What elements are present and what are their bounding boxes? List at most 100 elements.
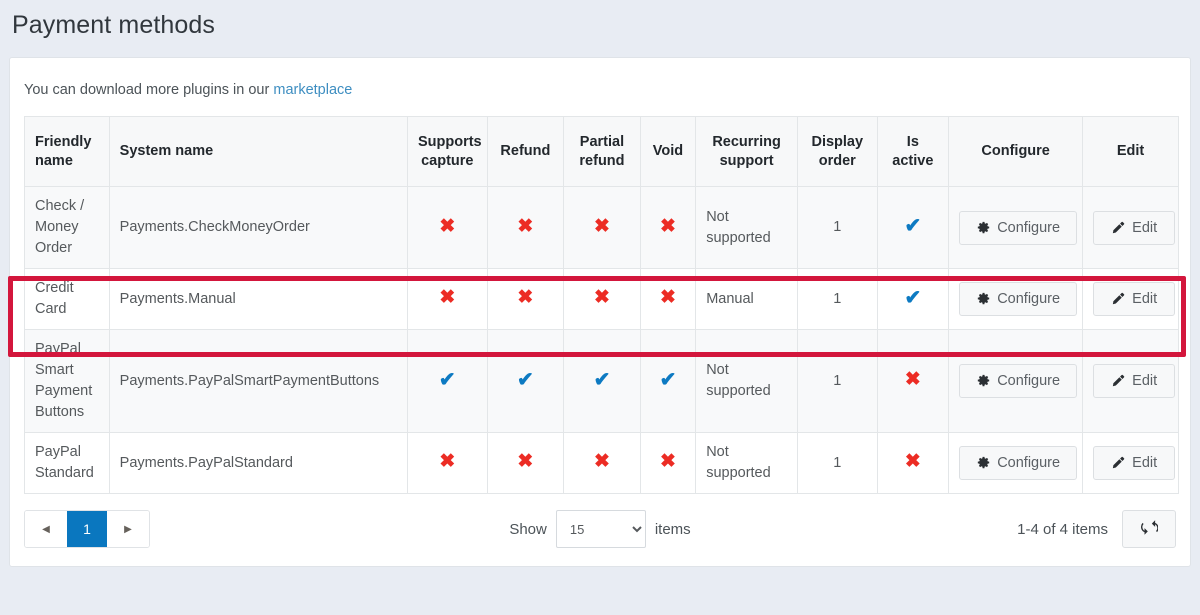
cell-display-order: 1: [796, 329, 878, 433]
refund-cross-icon: ✖: [517, 215, 534, 237]
column-header-supports-capture[interactable]: Supports capture: [406, 116, 488, 187]
configure-button[interactable]: Configure: [959, 210, 1078, 245]
cell-recurring-support: Not supported: [695, 432, 798, 494]
gear-icon: [976, 221, 990, 235]
void-cross-icon: ✖: [660, 451, 676, 472]
pencil-icon: [1111, 292, 1125, 306]
show-label: Show: [509, 520, 547, 538]
column-header-friendly-name[interactable]: Friendly name: [24, 116, 110, 187]
configure-button-label: Configure: [997, 455, 1061, 471]
cell-edit: Edit: [1082, 268, 1179, 330]
table-row: PayPal Smart Payment Buttons Payments.Pay…: [24, 329, 1179, 433]
column-header-is-active[interactable]: Is active: [876, 116, 950, 187]
cell-recurring-support: Not supported: [695, 186, 798, 269]
cell-configure: Configure: [948, 186, 1084, 269]
void-check-icon: ✔: [659, 368, 677, 391]
cell-configure: Configure: [948, 329, 1084, 433]
edit-button[interactable]: Edit: [1093, 364, 1176, 398]
edit-button-label: Edit: [1132, 455, 1158, 471]
configure-button-label: Configure: [997, 291, 1061, 307]
cell-partial-refund: ✖: [563, 268, 641, 330]
cell-is-active: ✖: [876, 329, 950, 433]
cell-partial-refund: ✔: [563, 329, 641, 433]
cell-void: ✔: [639, 329, 697, 433]
cell-void: ✖: [639, 186, 697, 269]
cell-friendly-name: PayPal Smart Payment Buttons: [24, 329, 110, 433]
configure-button[interactable]: Configure: [959, 282, 1078, 316]
supports-capture-cross-icon: ✖: [439, 287, 456, 308]
page-size-group: Show 510152050 items: [10, 510, 1190, 548]
refresh-button[interactable]: [1122, 510, 1176, 548]
page-title: Payment methods: [12, 11, 215, 39]
pagination-page-1[interactable]: 1: [67, 511, 107, 547]
cell-edit: Edit: [1082, 432, 1179, 494]
cell-display-order: 1: [796, 186, 878, 269]
table-header-row: Friendly name System name Supports captu…: [24, 116, 1179, 187]
edit-button[interactable]: Edit: [1093, 446, 1176, 480]
page-size-select[interactable]: 510152050: [555, 510, 646, 548]
partial-refund-cross-icon: ✖: [594, 451, 610, 472]
column-header-void[interactable]: Void: [639, 116, 697, 187]
cell-is-active: ✔: [876, 268, 950, 330]
supports-capture-check-icon: ✔: [438, 368, 456, 391]
column-header-partial-refund[interactable]: Partial refund: [563, 116, 641, 187]
is-active-check-icon: ✔: [904, 215, 922, 237]
edit-button-label: Edit: [1132, 291, 1158, 307]
cell-configure: Configure: [948, 268, 1084, 330]
edit-button[interactable]: Edit: [1093, 210, 1176, 245]
cell-void: ✖: [639, 268, 697, 330]
is-active-cross-icon: ✖: [904, 451, 921, 472]
table-row: Credit Card Payments.Manual ✖ ✖ ✖ ✖ Manual 1 ✔ Co…: [24, 268, 1179, 330]
supports-capture-cross-icon: ✖: [439, 451, 456, 472]
edit-button[interactable]: Edit: [1093, 282, 1176, 316]
cell-supports-capture: ✖: [406, 432, 488, 494]
column-header-system-name[interactable]: System name: [108, 116, 408, 187]
marketplace-note: You can download more plugins in our mar…: [10, 58, 1190, 116]
pencil-icon: [1111, 456, 1125, 470]
payment-methods-table: Friendly name System name Supports captu…: [24, 116, 1179, 494]
edit-button-label: Edit: [1132, 373, 1158, 389]
gear-icon: [976, 292, 990, 306]
supports-capture-cross-icon: ✖: [439, 215, 456, 237]
cell-supports-capture: ✖: [406, 186, 488, 269]
configure-button[interactable]: Configure: [959, 364, 1078, 398]
column-header-display-order[interactable]: Display order: [796, 116, 878, 187]
pagination[interactable]: ◀ 1 ▶: [24, 510, 150, 548]
gear-icon: [976, 374, 990, 388]
is-active-check-icon: ✔: [904, 286, 922, 309]
cell-partial-refund: ✖: [563, 186, 641, 269]
cell-system-name: Payments.CheckMoneyOrder: [108, 186, 408, 269]
pencil-icon: [1111, 374, 1125, 388]
gear-icon: [976, 456, 990, 470]
pagination-next-button[interactable]: ▶: [107, 511, 149, 547]
cell-configure: Configure: [948, 432, 1084, 494]
table-footer: ◀ 1 ▶ Show 510152050 items 1-4 of 4 item…: [10, 494, 1190, 566]
refund-cross-icon: ✖: [517, 287, 534, 308]
cell-recurring-support: Not supported: [695, 329, 798, 433]
void-cross-icon: ✖: [660, 287, 676, 308]
column-header-recurring-support[interactable]: Recurring support: [695, 116, 798, 187]
pagination-prev-button[interactable]: ◀: [25, 511, 67, 547]
cell-is-active: ✖: [876, 432, 950, 494]
items-label: items: [654, 520, 691, 538]
column-header-refund[interactable]: Refund: [486, 116, 565, 187]
cell-partial-refund: ✖: [563, 432, 641, 494]
cell-refund: ✔: [486, 329, 565, 433]
footer-right-group: 1-4 of 4 items: [1017, 510, 1176, 548]
table-row: Check / Money Order Payments.CheckMoneyOr…: [24, 186, 1179, 269]
refund-check-icon: ✔: [516, 368, 534, 391]
refund-cross-icon: ✖: [517, 451, 534, 472]
configure-button-label: Configure: [997, 373, 1061, 389]
cell-display-order: 1: [796, 432, 878, 494]
configure-button[interactable]: Configure: [959, 446, 1078, 480]
refresh-icon: [1140, 519, 1159, 539]
cell-recurring-support: Manual: [695, 268, 798, 330]
cell-friendly-name: Credit Card: [24, 268, 110, 330]
cell-refund: ✖: [486, 432, 565, 494]
cell-is-active: ✔: [876, 186, 950, 269]
cell-friendly-name: Check / Money Order: [24, 186, 110, 269]
marketplace-link[interactable]: marketplace: [273, 82, 352, 98]
table-body: Check / Money Order Payments.CheckMoneyOr…: [24, 186, 1179, 494]
partial-refund-check-icon: ✔: [593, 368, 611, 391]
cell-supports-capture: ✖: [406, 268, 488, 330]
